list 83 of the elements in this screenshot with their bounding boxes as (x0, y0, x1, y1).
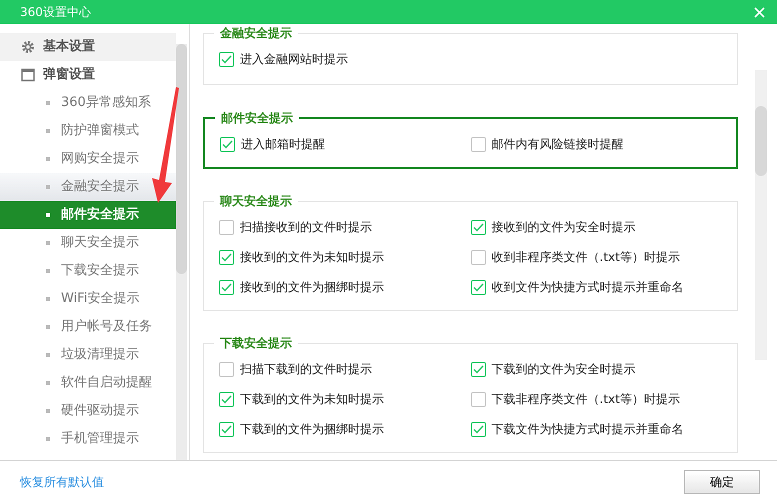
checkbox-label: 进入邮箱时提醒 (241, 136, 325, 153)
checkbox-label: 接收到的文件为捆绑时提示 (240, 279, 384, 296)
bullet-icon (46, 409, 50, 413)
checkbox-label: 收到文件为快捷方式时提示并重命名 (492, 279, 684, 296)
window-title: 360设置中心 (20, 4, 91, 21)
checkbox-label: 下载到的文件为未知时提示 (240, 391, 384, 408)
sidebar-item-label: 用户帐号及任务 (61, 318, 152, 336)
bullet-icon (46, 353, 50, 357)
checkbox[interactable] (219, 362, 234, 376)
ok-button[interactable]: 确定 (684, 470, 760, 494)
group-title: 聊天安全提示 (214, 192, 298, 210)
sidebar-item[interactable]: 360异常感知系 (0, 89, 176, 117)
checkbox-label: 接收到的文件为安全时提示 (492, 219, 636, 236)
close-icon[interactable] (754, 6, 765, 18)
checkbox[interactable] (219, 220, 234, 234)
checkbox[interactable] (470, 392, 486, 406)
bullet-icon (46, 185, 50, 189)
checkbox[interactable] (470, 422, 486, 436)
sidebar-item-label: 垃圾清理提示 (61, 346, 139, 364)
checkbox[interactable] (470, 280, 486, 294)
bullet-icon (46, 381, 50, 385)
sidebar-item-label: 手机管理提示 (61, 430, 139, 448)
checkbox-label: 接收到的文件为未知时提示 (240, 249, 384, 266)
sidebar-item-label: 软件自启动提醒 (61, 374, 152, 392)
checkbox-label: 邮件内有风险链接时提醒 (492, 136, 624, 153)
sidebar-item[interactable]: 邮件安全提示 (0, 201, 176, 229)
sidebar-item-label: 硬件驱动提示 (61, 402, 139, 420)
gear-icon (21, 40, 35, 54)
sidebar-item[interactable]: 防护弹窗模式 (0, 117, 176, 145)
checkbox-label: 下载到的文件为安全时提示 (492, 361, 636, 378)
checkbox-label: 下载文件为快捷方式时提示并重命名 (492, 421, 684, 438)
checkbox[interactable] (219, 422, 234, 436)
checkbox-label: 扫描下载到的文件时提示 (240, 361, 372, 378)
sidebar-item-label: 邮件安全提示 (61, 206, 139, 224)
bullet-icon (46, 157, 50, 161)
group-title: 金融安全提示 (214, 24, 298, 42)
scrollbar-thumb[interactable] (755, 106, 767, 176)
checkbox[interactable] (470, 362, 486, 376)
checkbox-label: 下载到的文件为捆绑时提示 (240, 421, 384, 438)
scrollbar-thumb[interactable] (176, 44, 187, 274)
checkbox-label: 下载非程序类文件（.txt等）时提示 (492, 391, 680, 408)
bullet-icon (46, 129, 50, 133)
sidebar-item[interactable]: 网购安全提示 (0, 145, 176, 173)
sidebar-item-label: 聊天安全提示 (61, 234, 139, 252)
checkbox[interactable] (219, 280, 234, 294)
sidebar-group[interactable]: 基本设置 (0, 33, 176, 61)
sidebar-group[interactable]: 弹窗设置 (0, 61, 176, 89)
sidebar-item[interactable]: 垃圾清理提示 (0, 341, 176, 369)
bullet-icon (46, 269, 50, 273)
sidebar-item[interactable]: 软件自启动提醒 (0, 369, 176, 397)
sidebar-item[interactable]: 聊天安全提示 (0, 229, 176, 257)
sidebar-item[interactable]: 硬件驱动提示 (0, 397, 176, 425)
bullet-icon (46, 213, 50, 217)
bullet-icon (46, 437, 50, 441)
sidebar-item-label: WiFi安全提示 (61, 290, 140, 308)
group-title: 邮件安全提示 (215, 109, 299, 127)
bullet-icon (46, 325, 50, 329)
checkbox-label: 收到非程序类文件（.txt等）时提示 (492, 249, 680, 266)
sidebar-item-label: 金融安全提示 (61, 178, 139, 196)
sidebar-item[interactable]: 手机管理提示 (0, 425, 176, 453)
sidebar-item[interactable]: WiFi安全提示 (0, 285, 176, 313)
checkbox[interactable] (219, 250, 234, 264)
group-title: 下载安全提示 (214, 334, 298, 352)
checkbox[interactable] (220, 136, 235, 152)
checkbox-label: 进入金融网站时提示 (240, 51, 348, 68)
checkbox[interactable] (470, 220, 486, 234)
sidebar-item-label: 网购安全提示 (61, 150, 139, 168)
bullet-icon (46, 241, 50, 245)
checkbox[interactable] (470, 136, 486, 152)
checkbox[interactable] (470, 250, 486, 264)
sidebar-item[interactable]: 用户帐号及任务 (0, 313, 176, 341)
window-icon (21, 68, 35, 82)
checkbox-label: 扫描接收到的文件时提示 (240, 219, 372, 236)
sidebar-item-label: 防护弹窗模式 (61, 122, 139, 140)
sidebar-item[interactable]: 下载安全提示 (0, 257, 176, 285)
checkbox[interactable] (219, 52, 234, 66)
sidebar-item-label: 360异常感知系 (61, 94, 151, 112)
checkbox[interactable] (219, 392, 234, 406)
restore-defaults-link[interactable]: 恢复所有默认值 (20, 473, 104, 491)
bullet-icon (46, 101, 50, 105)
sidebar-item-label: 下载安全提示 (61, 262, 139, 280)
sidebar-item[interactable]: 金融安全提示 (0, 173, 176, 201)
bullet-icon (46, 297, 50, 301)
